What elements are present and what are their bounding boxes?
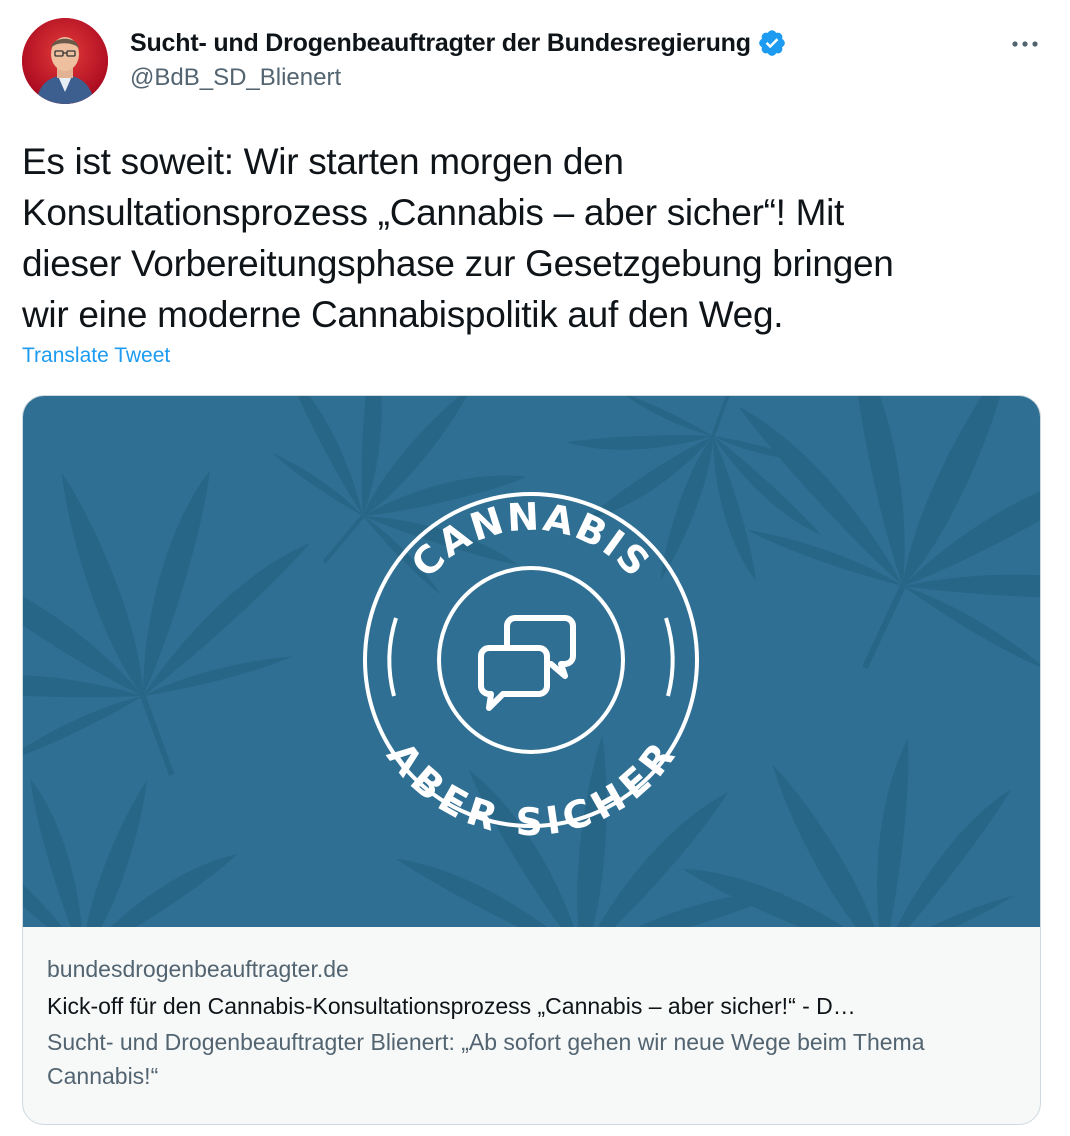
profile-photo bbox=[22, 18, 108, 104]
link-card[interactable]: CANNABIS ABER SICHER bundesdrogenbeauftr… bbox=[22, 395, 1041, 1125]
card-domain: bundesdrogenbeauftragter.de bbox=[47, 956, 349, 982]
logo-bottom-text: ABER SICHER bbox=[378, 734, 682, 844]
card-title: Kick-off für den Cannabis-Konsultationsp… bbox=[47, 993, 856, 1019]
tweet-text: Es ist soweit: Wir starten morgen den Ko… bbox=[22, 141, 894, 335]
svg-text:ABER SICHER: ABER SICHER bbox=[378, 734, 683, 844]
author-name-row: Sucht- und Drogenbeauftragter der Bundes… bbox=[130, 26, 787, 60]
author-display-name[interactable]: Sucht- und Drogenbeauftragter der Bundes… bbox=[130, 29, 751, 58]
cannabis-logo: CANNABIS ABER SICHER bbox=[378, 494, 683, 844]
card-image: CANNABIS ABER SICHER bbox=[23, 396, 1040, 927]
more-horizontal-icon bbox=[1012, 41, 1038, 47]
logo-top-text: CANNABIS bbox=[403, 494, 658, 586]
svg-text:CANNABIS: CANNABIS bbox=[403, 494, 660, 586]
verified-badge-icon bbox=[759, 30, 785, 56]
card-meta: bundesdrogenbeauftragter.de Kick-off für… bbox=[47, 951, 1007, 1093]
translate-tweet-link[interactable]: Translate Tweet bbox=[22, 344, 170, 368]
more-button[interactable] bbox=[1008, 34, 1042, 54]
card-description: Sucht- und Drogenbeauftragter Blienert: … bbox=[47, 1029, 925, 1089]
avatar[interactable] bbox=[22, 18, 108, 104]
author-handle[interactable]: @BdB_SD_Blienert bbox=[130, 64, 341, 92]
